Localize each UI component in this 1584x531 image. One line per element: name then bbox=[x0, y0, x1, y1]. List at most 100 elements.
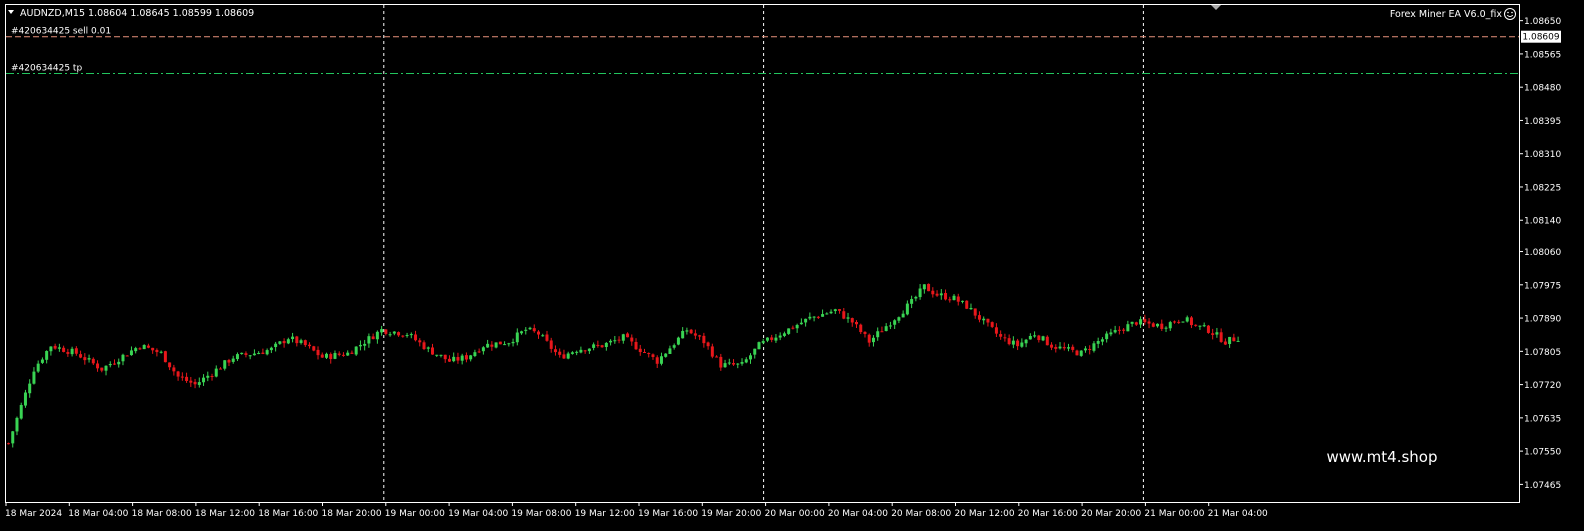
candle bbox=[252, 349, 256, 356]
candle bbox=[498, 341, 502, 345]
candle-body bbox=[566, 353, 570, 359]
candle-body bbox=[977, 315, 981, 320]
candle bbox=[219, 367, 222, 370]
candle bbox=[1126, 320, 1130, 332]
candle-body bbox=[151, 347, 155, 351]
candle-body bbox=[87, 358, 91, 360]
candle bbox=[11, 430, 15, 448]
candle bbox=[1211, 328, 1215, 340]
price-axis[interactable]: 1.08650 1.08565 1.08480 1.08395 1.08310 1.082… bbox=[1519, 17, 1561, 491]
candle-body bbox=[278, 341, 282, 344]
candle-body bbox=[621, 334, 625, 341]
candle-body bbox=[1206, 325, 1210, 333]
candle-body bbox=[613, 340, 617, 342]
candle bbox=[303, 339, 307, 347]
candle bbox=[401, 335, 405, 338]
candle-body bbox=[753, 348, 757, 355]
current-price-badge: 1.08609 bbox=[1521, 30, 1561, 43]
candle-body bbox=[1033, 335, 1037, 337]
time-tick-label: 18 Mar 04:00 bbox=[68, 509, 128, 519]
candle bbox=[40, 357, 44, 364]
candle-body bbox=[549, 340, 553, 349]
candle bbox=[1130, 321, 1134, 327]
candle bbox=[855, 320, 858, 328]
candle bbox=[715, 355, 719, 358]
time-tick-label: 19 Mar 20:00 bbox=[701, 509, 761, 519]
candle-body bbox=[935, 293, 939, 296]
candle bbox=[1151, 322, 1155, 328]
candle bbox=[558, 348, 562, 358]
candle bbox=[1011, 336, 1015, 349]
candle-body bbox=[418, 340, 422, 343]
candle-body bbox=[651, 354, 655, 357]
candle-body bbox=[1105, 333, 1109, 340]
candle bbox=[969, 303, 973, 310]
candle-body bbox=[774, 337, 778, 341]
candle-body bbox=[791, 327, 795, 329]
candle bbox=[486, 339, 490, 348]
candle bbox=[944, 289, 948, 301]
candle-body bbox=[248, 355, 252, 357]
symbol-menu-triangle-icon[interactable] bbox=[8, 10, 14, 14]
candle-body bbox=[918, 288, 922, 298]
candle bbox=[49, 346, 53, 356]
candle bbox=[583, 349, 587, 354]
candle bbox=[698, 334, 702, 340]
candle bbox=[626, 332, 630, 338]
candle bbox=[96, 360, 100, 372]
chart-area[interactable]: #420634425 sell 0.01 #420634425 tp AUDNZD… bbox=[0, 0, 1584, 531]
candle bbox=[804, 318, 808, 327]
candle-body bbox=[647, 353, 651, 355]
candle-body bbox=[999, 334, 1003, 337]
candle-body bbox=[129, 350, 133, 356]
candle-body bbox=[146, 345, 150, 348]
candle-body bbox=[511, 341, 515, 344]
chart-shift-marker-icon[interactable] bbox=[1211, 5, 1221, 10]
candle bbox=[575, 350, 579, 356]
order-lines[interactable]: #420634425 sell 0.01 #420634425 tp bbox=[6, 27, 1519, 74]
candle bbox=[45, 350, 49, 364]
candle bbox=[638, 344, 642, 356]
candle-body bbox=[689, 329, 693, 334]
time-axis[interactable]: 18 Mar 2024 18 Mar 04:00 18 Mar 08:00 18 Ma… bbox=[5, 502, 1268, 519]
candle bbox=[965, 300, 969, 310]
current-price-value: 1.08609 bbox=[1522, 33, 1559, 43]
candle-body bbox=[799, 322, 803, 325]
candle bbox=[265, 348, 269, 356]
candle-body bbox=[910, 299, 914, 304]
candle-body bbox=[316, 349, 320, 356]
candle-body bbox=[189, 380, 193, 383]
candle bbox=[282, 338, 286, 348]
candle bbox=[676, 336, 680, 346]
candle-body bbox=[990, 322, 994, 327]
candle bbox=[1016, 338, 1020, 351]
candle bbox=[481, 346, 485, 355]
candle bbox=[668, 345, 672, 355]
price-tick-label: 1.08310 bbox=[1524, 150, 1561, 160]
candle bbox=[299, 338, 303, 345]
candle bbox=[609, 339, 613, 346]
candle bbox=[1024, 338, 1028, 348]
candle bbox=[617, 336, 621, 344]
candle-body bbox=[693, 333, 697, 336]
candle bbox=[553, 345, 557, 356]
candle bbox=[888, 321, 892, 330]
candle bbox=[1096, 337, 1100, 349]
candle bbox=[337, 351, 341, 357]
candle-body bbox=[252, 353, 256, 356]
candle-body bbox=[1156, 323, 1160, 327]
candle-body bbox=[206, 375, 210, 378]
candle bbox=[897, 316, 901, 324]
candle-body bbox=[579, 349, 583, 353]
candle bbox=[1194, 324, 1198, 327]
candle-body bbox=[715, 356, 719, 358]
candle-body bbox=[821, 314, 825, 317]
candle bbox=[838, 308, 842, 314]
candle bbox=[456, 352, 460, 364]
candle-body bbox=[1117, 329, 1121, 331]
time-tick-label: 20 Mar 20:00 bbox=[1081, 509, 1141, 519]
candle bbox=[914, 295, 918, 302]
candle bbox=[363, 339, 367, 351]
candle-body bbox=[1058, 346, 1062, 349]
candle-body bbox=[1062, 347, 1066, 349]
